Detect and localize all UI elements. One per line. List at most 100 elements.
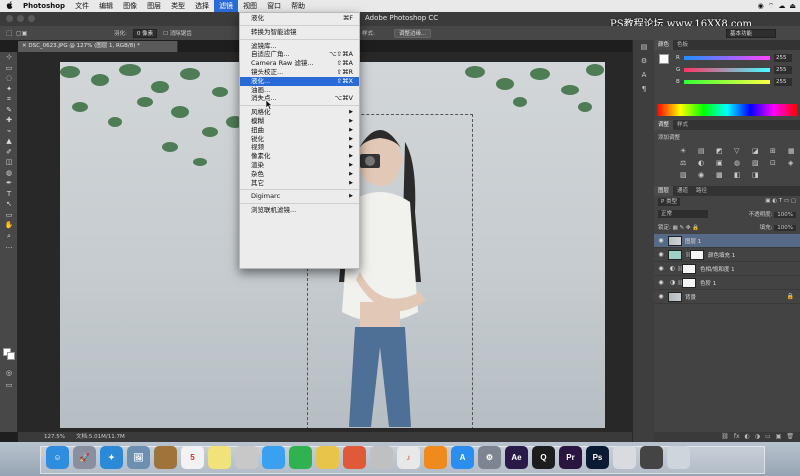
tab-color[interactable]: 颜色 <box>654 40 674 50</box>
app-store-icon[interactable]: A <box>451 446 474 469</box>
lasso-tool-icon[interactable]: ◌ <box>0 73 18 84</box>
history-brush-tool-icon[interactable]: ✐ <box>0 147 18 158</box>
exposure-icon[interactable]: ▽ <box>734 147 746 155</box>
menu-item-lens-correction[interactable]: 镜头校正... ⇧⌘R <box>240 68 359 77</box>
channel-g-track[interactable] <box>684 68 770 72</box>
paragraph-panel-icon[interactable]: ¶ <box>633 82 655 96</box>
layer-row[interactable]: ◉ ◑ ⛓ 色阶 1 <box>654 276 800 290</box>
menu-item-last-filter[interactable]: 液化 ⌘F <box>240 14 359 23</box>
photoshop-icon[interactable]: Ps <box>586 446 609 469</box>
eyedropper-tool-icon[interactable]: ✎ <box>0 105 18 116</box>
tab-styles[interactable]: 样式 <box>673 120 692 130</box>
screen-mode-icon[interactable]: ▭ <box>0 380 18 391</box>
safari-icon[interactable]: ✦ <box>100 446 123 469</box>
tab-adjustments[interactable]: 调整 <box>654 120 674 130</box>
stickies-icon[interactable] <box>208 446 231 469</box>
menu-item-liquify[interactable]: 液化... ⇧⌘X <box>240 76 359 86</box>
workspace-select[interactable]: 基本功能 <box>726 28 776 38</box>
visibility-eye-icon[interactable]: ◉ <box>654 293 668 300</box>
marquee-tool-icon[interactable]: ⬚ <box>6 29 13 37</box>
shadow-icon[interactable]: ◧ <box>734 171 746 179</box>
selective-color-icon[interactable]: ◉ <box>698 171 710 179</box>
marquee-tool-icon[interactable]: ▭ <box>0 63 18 74</box>
menu-item-noise[interactable]: 杂色 ▶ <box>240 170 359 179</box>
launchpad-icon[interactable]: 🚀 <box>73 446 96 469</box>
visibility-eye-icon[interactable]: ◉ <box>654 265 668 272</box>
quick-select-tool-icon[interactable]: ✦ <box>0 84 18 95</box>
menu-photoshop[interactable]: Photoshop <box>18 0 70 12</box>
menu-item-digimarc[interactable]: Digimarc ▶ <box>240 192 359 201</box>
menu-item-stylize[interactable]: 风格化 ▶ <box>240 108 359 117</box>
quicktime-icon[interactable]: Q <box>532 446 555 469</box>
gradient-tool-icon[interactable]: ◍ <box>0 168 18 179</box>
type-tool-icon[interactable]: T <box>0 189 18 200</box>
new-layer-icon[interactable]: ▣ <box>776 432 782 442</box>
document-tab[interactable]: ✕ DSC_0623.JPG @ 127% (图层 1, RGB/8) * <box>18 41 178 52</box>
path-select-tool-icon[interactable]: ↖ <box>0 199 18 210</box>
layer-row[interactable]: ◉ 图层 1 <box>654 234 800 248</box>
vibrance-icon[interactable]: ◪ <box>752 147 764 155</box>
ibooks-icon[interactable] <box>424 446 447 469</box>
menu-item-vanishing-point[interactable]: 消失点... ⌥⌘V <box>240 94 359 103</box>
channel-r-track[interactable] <box>684 56 770 60</box>
hue-saturation-icon[interactable]: ⊞ <box>770 147 782 155</box>
fill-input[interactable]: 100% <box>774 225 796 231</box>
posterize-icon[interactable]: ◈ <box>788 159 800 167</box>
history-panel-icon[interactable]: ▤ <box>633 40 655 54</box>
slider-r[interactable]: R 255 <box>654 52 800 64</box>
menu-filter[interactable]: 滤镜 <box>214 0 239 12</box>
new-adjustment-icon[interactable]: ◑ <box>755 432 760 442</box>
visibility-eye-icon[interactable]: ◉ <box>654 251 668 258</box>
slider-b[interactable]: B 255 <box>654 76 800 88</box>
shape-tool-icon[interactable]: ▭ <box>0 210 18 221</box>
hand-tool-icon[interactable]: ✋ <box>0 220 18 231</box>
menu-item-video[interactable]: 视频 ▶ <box>240 143 359 152</box>
crop-tool-icon[interactable]: ⌗ <box>0 94 18 105</box>
photo-filter-icon[interactable]: ▣ <box>716 159 728 167</box>
antialias-checkbox[interactable]: ☐ 消除锯齿 <box>163 29 192 37</box>
menu-type[interactable]: 类型 <box>166 0 190 12</box>
menu-window[interactable]: 窗口 <box>262 0 286 12</box>
zoom-level[interactable]: 127.5% <box>44 432 65 442</box>
photos-icon[interactable] <box>316 446 339 469</box>
tab-paths[interactable]: 路径 <box>692 186 711 196</box>
menu-item-convert-smart-filter[interactable]: 转换为智能滤镜 <box>240 28 359 37</box>
slider-g[interactable]: G 255 <box>654 64 800 76</box>
opacity-input[interactable]: 100% <box>774 212 796 218</box>
black-white-icon[interactable]: ◐ <box>698 159 710 167</box>
layer-style-icon[interactable]: fx <box>734 432 740 442</box>
blend-mode-select[interactable]: 正常 <box>658 210 708 218</box>
feather-input[interactable]: 0 像素 <box>132 28 158 38</box>
healing-tool-icon[interactable]: ✚ <box>0 115 18 126</box>
menu-layer[interactable]: 图层 <box>142 0 166 12</box>
curves-icon[interactable]: ◩ <box>716 147 728 155</box>
bluetooth-icon[interactable]: ⌔ <box>768 2 775 11</box>
system-preferences-icon[interactable]: ⚙ <box>478 446 501 469</box>
menu-item-camera-raw[interactable]: Camera Raw 滤镜... ⇧⌘A <box>240 59 359 68</box>
hdr-icon[interactable]: ◨ <box>752 171 764 179</box>
menu-select[interactable]: 选择 <box>190 0 214 12</box>
premiere-icon[interactable]: Pr <box>559 446 582 469</box>
selection-mode-icons[interactable]: ▢▣ <box>16 30 27 37</box>
channel-b-track[interactable] <box>684 80 770 84</box>
notes-book-icon[interactable] <box>154 446 177 469</box>
character-panel-icon[interactable]: A <box>633 68 655 82</box>
menu-help[interactable]: 帮助 <box>286 0 310 12</box>
screen-clip-icon[interactable] <box>640 446 663 469</box>
color-spectrum[interactable] <box>657 104 797 116</box>
quick-mask-icon[interactable]: ◎ <box>0 368 18 379</box>
invert-icon[interactable]: ⊡ <box>770 159 782 167</box>
move-tool-icon[interactable]: ⊹ <box>0 52 18 63</box>
photos-preview-icon[interactable] <box>235 446 258 469</box>
pen-tool-icon[interactable]: ✒ <box>0 178 18 189</box>
wifi-icon[interactable]: ◉ <box>758 2 764 10</box>
menu-item-browse-filters-online[interactable]: 浏览联机滤镜... <box>240 206 359 215</box>
menu-file[interactable]: 文件 <box>70 0 94 12</box>
downloads-icon[interactable] <box>613 446 636 469</box>
background-color-swatch[interactable] <box>7 352 15 360</box>
trash-icon[interactable]: 🗑 <box>786 432 794 442</box>
finder-icon[interactable]: ☺ <box>46 446 69 469</box>
new-group-icon[interactable]: ▭ <box>765 432 771 442</box>
menu-image[interactable]: 图像 <box>118 0 142 12</box>
messages-icon[interactable] <box>262 446 285 469</box>
